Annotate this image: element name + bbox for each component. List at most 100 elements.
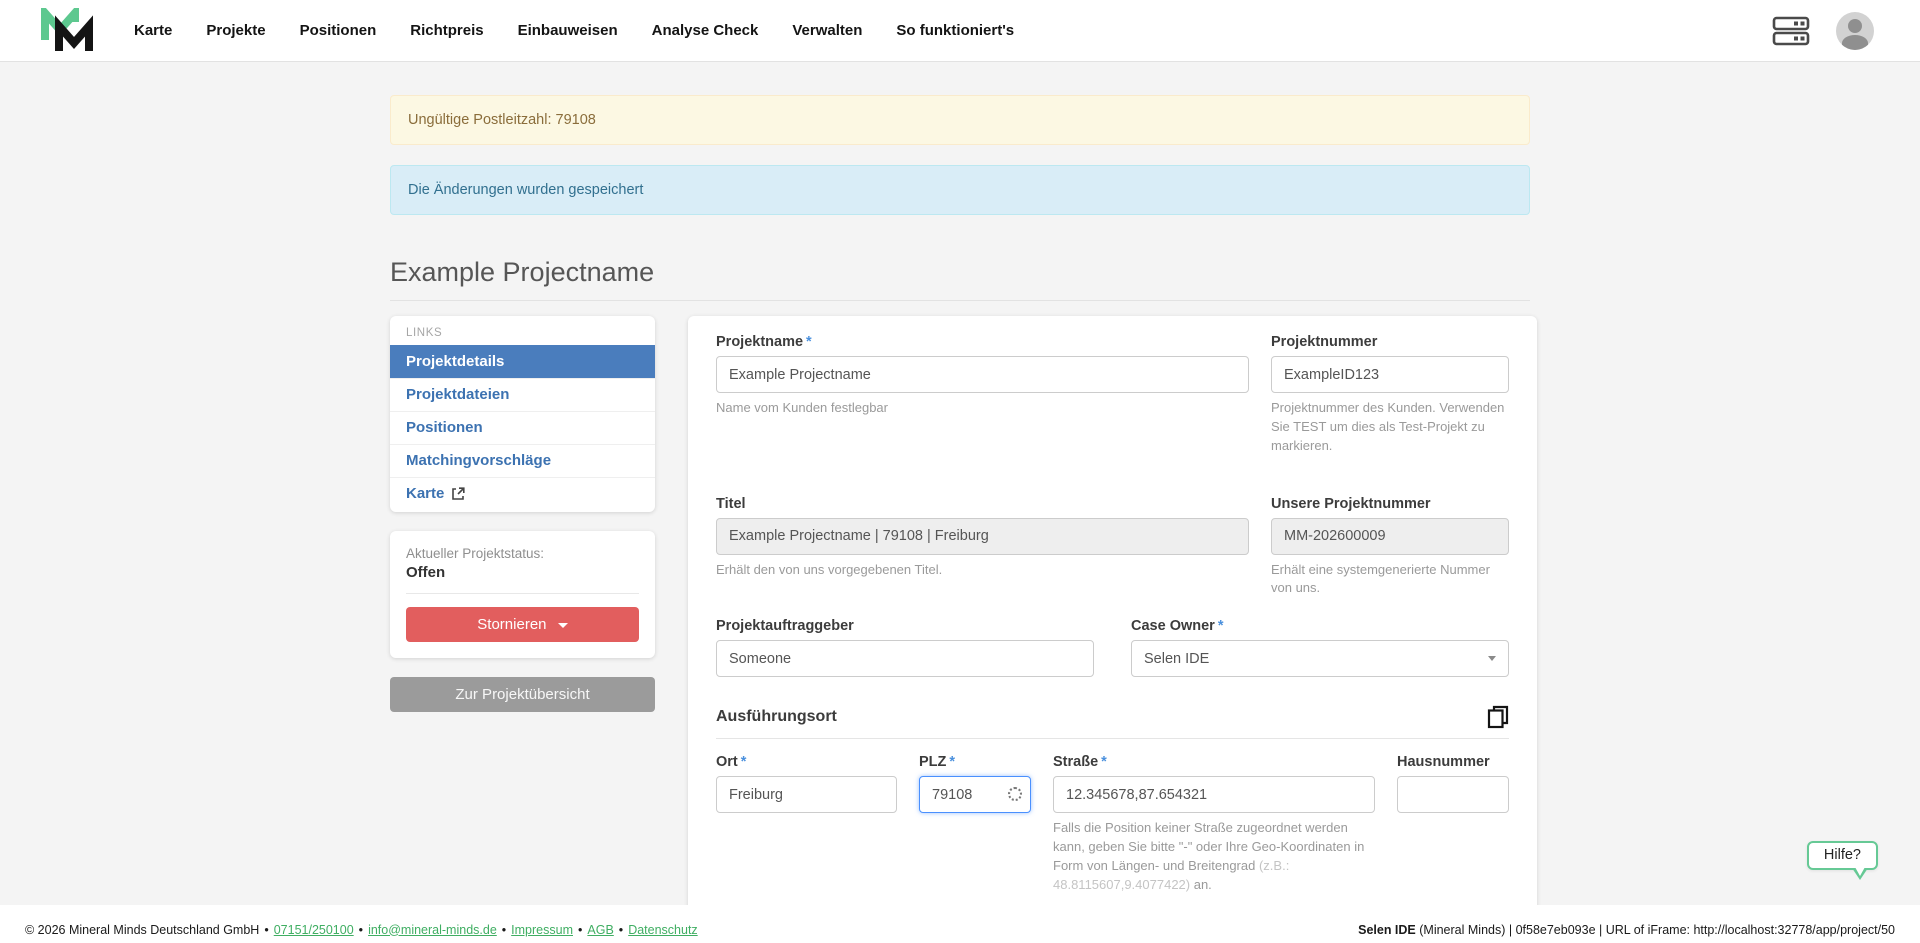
nav-item-so-funktionierts[interactable]: So funktioniert's [896, 22, 1014, 39]
stornieren-button[interactable]: Stornieren [406, 607, 639, 642]
footer-user: Selen IDE [1358, 923, 1416, 937]
unsere-projektnummer-help: Erhält eine systemgenerierte Nummer von … [1271, 561, 1509, 599]
footer-separator: • [578, 923, 582, 937]
required-mark: * [949, 754, 955, 770]
sidebar: LINKS Projektdetails Projektdateien Posi… [390, 316, 655, 712]
help-button[interactable]: Hilfe? [1807, 841, 1878, 870]
title-divider [390, 300, 1530, 301]
top-navbar: Karte Projekte Positionen Richtpreis Ein… [0, 0, 1920, 62]
links-panel: LINKS Projektdetails Projektdateien Posi… [390, 316, 655, 512]
case-owner-label: Case Owner* [1131, 618, 1509, 634]
strasse-label: Straße* [1053, 754, 1375, 770]
sidebar-item-karte[interactable]: Karte [390, 477, 655, 510]
footer-left: © 2026 Mineral Minds Deutschland GmbH • 07… [25, 923, 698, 937]
zur-projektuebersicht-button[interactable]: Zur Projektübersicht [390, 677, 655, 712]
footer-separator: • [502, 923, 506, 937]
sidebar-item-label: Positionen [406, 419, 483, 436]
nav-item-einbauweisen[interactable]: Einbauweisen [518, 22, 618, 39]
info-alert: Die Änderungen wurden gespeichert [390, 165, 1530, 215]
projektnummer-label: Projektnummer [1271, 334, 1509, 350]
projektauftraggeber-label: Projektauftraggeber [716, 618, 1094, 634]
required-mark: * [806, 334, 812, 350]
caret-down-icon [558, 623, 568, 628]
projektnummer-input[interactable] [1271, 356, 1509, 393]
label-text: PLZ [919, 754, 946, 770]
footer-copyright: © 2026 Mineral Minds Deutschland GmbH [25, 923, 259, 937]
strasse-help: Falls die Position keiner Straße zugeord… [1053, 819, 1375, 894]
nav-item-projekte[interactable]: Projekte [206, 22, 265, 39]
chevron-down-icon [1488, 656, 1496, 661]
strasse-help-suffix: an. [1190, 877, 1212, 892]
titel-input [716, 518, 1249, 555]
sidebar-item-projektdetails[interactable]: Projektdetails [390, 345, 655, 378]
status-value: Offen [406, 564, 639, 581]
footer-session-info: Selen IDE (Mineral Minds) | 0f58e7eb093e… [1358, 923, 1895, 937]
projektnummer-help: Projektnummer des Kunden. Verwenden Sie … [1271, 399, 1509, 456]
case-owner-select[interactable]: Selen IDE [1131, 640, 1509, 677]
external-link-icon [451, 487, 465, 501]
copy-icon[interactable] [1487, 705, 1509, 729]
label-text: Projektname [716, 334, 803, 350]
links-panel-header: LINKS [390, 316, 655, 345]
footer-link-agb[interactable]: AGB [587, 923, 613, 937]
footer-link-phone[interactable]: 07151/250100 [274, 923, 354, 937]
project-form-card: Projektname* Name vom Kunden festlegbar … [688, 316, 1537, 905]
avatar-body [1842, 35, 1868, 50]
footer: © 2026 Mineral Minds Deutschland GmbH • 07… [0, 916, 1920, 943]
strasse-help-main: Falls die Position keiner Straße zugeord… [1053, 820, 1364, 873]
required-mark: * [1101, 754, 1107, 770]
sidebar-item-label: Projektdateien [406, 386, 509, 403]
app-viewport: Karte Projekte Positionen Richtpreis Ein… [0, 0, 1920, 905]
footer-session-details: (Mineral Minds) | 0f58e7eb093e | URL of … [1416, 923, 1895, 937]
ort-label: Ort* [716, 754, 897, 770]
label-text: Ort [716, 754, 738, 770]
mineral-minds-logo[interactable] [40, 8, 102, 54]
ort-input[interactable] [716, 776, 897, 813]
plz-label: PLZ* [919, 754, 1031, 770]
avatar-head [1848, 19, 1862, 33]
status-label: Aktueller Projektstatus: [406, 546, 639, 561]
projektname-help: Name vom Kunden festlegbar [716, 399, 1249, 418]
required-mark: * [741, 754, 747, 770]
nav-item-karte[interactable]: Karte [134, 22, 172, 39]
label-text: Case Owner [1131, 618, 1215, 634]
page-title: Example Projectname [390, 257, 1530, 288]
projektname-label: Projektname* [716, 334, 1249, 350]
footer-separator: • [359, 923, 363, 937]
projektname-input[interactable] [716, 356, 1249, 393]
footer-link-impressum[interactable]: Impressum [511, 923, 573, 937]
user-avatar[interactable] [1836, 12, 1874, 50]
nav-item-richtpreis[interactable]: Richtpreis [410, 22, 483, 39]
sidebar-item-matchingvorschlaege[interactable]: Matchingvorschläge [390, 444, 655, 477]
hausnummer-input[interactable] [1397, 776, 1509, 813]
nav-item-verwalten[interactable]: Verwalten [792, 22, 862, 39]
warning-alert: Ungültige Postleitzahl: 79108 [390, 95, 1530, 145]
status-panel: Aktueller Projektstatus: Offen Storniere… [390, 531, 655, 658]
sidebar-item-projektdateien[interactable]: Projektdateien [390, 378, 655, 411]
unsere-projektnummer-input [1271, 518, 1509, 555]
page-container: Ungültige Postleitzahl: 79108 Die Änderu… [390, 62, 1530, 905]
required-mark: * [1218, 618, 1224, 634]
sidebar-item-positionen[interactable]: Positionen [390, 411, 655, 444]
nav-item-analyse-check[interactable]: Analyse Check [652, 22, 759, 39]
sidebar-item-label: Matchingvorschläge [406, 452, 551, 469]
section-divider [716, 738, 1509, 739]
label-text: Straße [1053, 754, 1098, 770]
sidebar-item-label: Karte [406, 485, 444, 502]
footer-separator: • [619, 923, 623, 937]
nav-item-positionen[interactable]: Positionen [300, 22, 377, 39]
case-owner-value: Selen IDE [1144, 651, 1209, 667]
projektauftraggeber-input[interactable] [716, 640, 1094, 677]
footer-separator: • [264, 923, 268, 937]
server-rack-icon[interactable] [1772, 16, 1810, 46]
titel-help: Erhält den von uns vorgegebenen Titel. [716, 561, 1249, 580]
strasse-input[interactable] [1053, 776, 1375, 813]
main-menu: Karte Projekte Positionen Richtpreis Ein… [134, 22, 1014, 39]
footer-link-email[interactable]: info@mineral-minds.de [368, 923, 497, 937]
status-divider [406, 593, 639, 594]
navbar-right [1772, 12, 1874, 50]
stornieren-label: Stornieren [477, 616, 546, 633]
footer-link-datenschutz[interactable]: Datenschutz [628, 923, 697, 937]
sidebar-item-label: Projektdetails [406, 353, 504, 370]
ausfuehrungsort-heading: Ausführungsort [716, 708, 837, 726]
